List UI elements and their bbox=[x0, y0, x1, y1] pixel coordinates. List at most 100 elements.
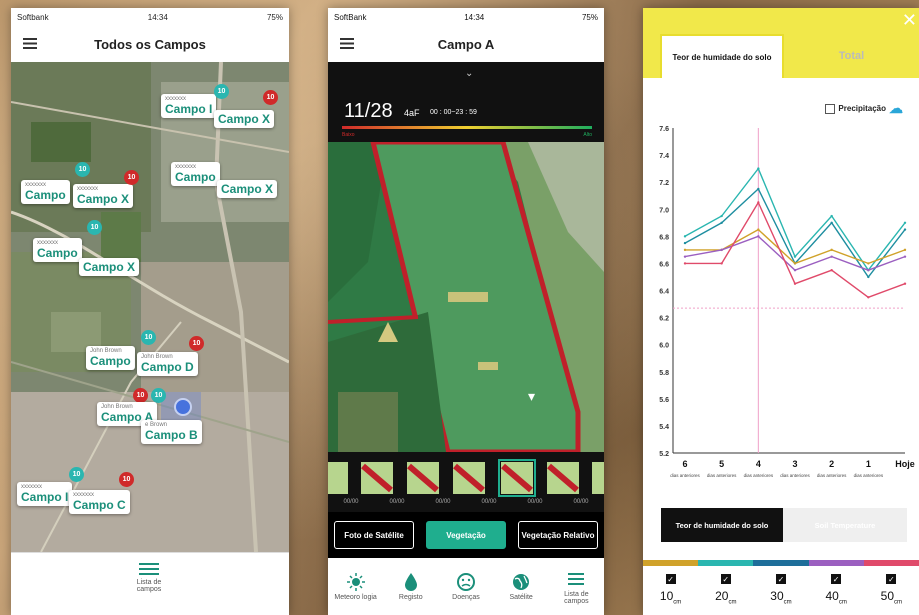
time: 14:34 bbox=[147, 12, 168, 22]
tab-soil-moisture[interactable]: Teor de humidade do solo bbox=[660, 34, 784, 78]
satellite-photo-button[interactable]: Foto de Satélite bbox=[334, 521, 414, 549]
data-point bbox=[867, 262, 870, 265]
series-line bbox=[684, 167, 906, 272]
data-point bbox=[720, 221, 723, 224]
checkbox-checked-icon[interactable]: ✓ bbox=[665, 574, 676, 584]
field-marker[interactable]: John Brown Campo bbox=[86, 346, 135, 370]
water-drop-icon bbox=[404, 573, 417, 591]
depth-value: 40 bbox=[825, 589, 839, 603]
date-thumbnail-strip: 00/00 00/00 00/00 00/00 00/00 00/00 bbox=[328, 452, 604, 512]
y-tick-label: 7.4 bbox=[659, 153, 669, 160]
depth-40-toggle[interactable]: ✓ 40cm bbox=[825, 574, 847, 614]
alert-badge: 10 bbox=[133, 388, 148, 403]
field-list-label: Lista de campos bbox=[136, 579, 162, 593]
field-marker[interactable]: e Brown Campo B bbox=[141, 420, 202, 444]
depth-unit: cm bbox=[894, 599, 903, 606]
depth-20-toggle[interactable]: ✓ 20cm bbox=[715, 574, 736, 614]
depth-50-toggle[interactable]: ✓ 50cm bbox=[881, 574, 902, 614]
tab-weather[interactable]: Meteoro logia bbox=[331, 572, 381, 601]
data-point bbox=[720, 214, 723, 218]
field-marker[interactable]: xxxxxxx Campo bbox=[171, 162, 220, 186]
precipitation-toggle[interactable]: Precipitação ☁ bbox=[825, 100, 903, 117]
data-point bbox=[793, 268, 797, 272]
field-list-tab[interactable]: Lista de campos bbox=[129, 563, 169, 593]
tab-soil-temperature[interactable]: Soil Temperature bbox=[783, 508, 907, 542]
sad-face-icon bbox=[456, 573, 475, 591]
alert-badge: 10 bbox=[141, 330, 156, 345]
y-tick-label: 5.4 bbox=[659, 424, 669, 431]
data-point bbox=[903, 228, 907, 231]
field-marker[interactable]: Campo X bbox=[214, 110, 275, 128]
data-point bbox=[830, 248, 833, 252]
checkbox-checked-icon[interactable]: ✓ bbox=[831, 574, 842, 584]
field-marker[interactable]: xxxxxxx Campo I bbox=[17, 482, 73, 506]
field-marker[interactable]: xxxxxxx Campo C bbox=[69, 490, 130, 514]
soil-moisture-chart: 7.6 7.4 7.2 7.0 6.8 6.6 6.4 6.2 6.0 5.8 5.6 5.4 5.2 6… bbox=[659, 126, 914, 478]
alert-badge: 10 bbox=[124, 170, 139, 185]
depth-value: 30 bbox=[770, 589, 784, 603]
satellite-map[interactable]: xxxxxxx Campo I 10 10 Campo X 10 xxxxxxx C… bbox=[11, 62, 289, 552]
location-pin-icon[interactable]: ▾ bbox=[528, 388, 540, 412]
tab-label: Doenças bbox=[452, 594, 480, 601]
data-point bbox=[867, 275, 870, 279]
tab-satellite[interactable]: Satélite bbox=[496, 572, 546, 601]
field-marker[interactable]: xxxxxxx Campo X bbox=[73, 184, 134, 208]
scale-low-label: Baixo bbox=[342, 132, 355, 138]
carrier: SoftBank bbox=[334, 12, 367, 22]
menu-icon[interactable] bbox=[23, 38, 37, 49]
depth-selector: ✓ 10cm ✓ 20cm ✓ 30cm ✓ 40cm ✓ 50cm bbox=[643, 574, 919, 614]
alert-badge: 10 bbox=[75, 162, 90, 177]
field-marker[interactable]: John Brown Campo D bbox=[137, 352, 198, 376]
alert-badge: 10 bbox=[119, 472, 134, 487]
depth-30-toggle[interactable]: ✓ 30cm bbox=[770, 574, 792, 614]
y-tick-label: 6.4 bbox=[659, 289, 669, 296]
close-icon[interactable]: ✕ bbox=[902, 10, 917, 31]
time-range: 00 : 00~23 : 59 bbox=[430, 109, 477, 116]
data-point bbox=[757, 201, 760, 204]
field-marker[interactable]: Campo X bbox=[217, 180, 278, 198]
x-tick-sublabel: dias anteriores bbox=[780, 473, 810, 478]
data-point bbox=[757, 235, 760, 238]
depth-value: 20 bbox=[715, 589, 729, 603]
date-value: 11/28 bbox=[344, 100, 393, 122]
checkbox-checked-icon[interactable]: ✓ bbox=[775, 574, 786, 584]
field-marker[interactable]: Campo X bbox=[79, 258, 140, 276]
tab-record[interactable]: Registo bbox=[386, 572, 436, 601]
scale-high-label: Alto bbox=[583, 132, 592, 138]
precipitation-checkbox[interactable] bbox=[825, 103, 836, 114]
tab-diseases[interactable]: Doenças bbox=[441, 572, 491, 601]
tab-soil-moisture-bottom[interactable]: Teor de humidade do solo bbox=[661, 508, 783, 542]
vegetation-button[interactable]: Vegetação bbox=[426, 521, 506, 549]
data-point bbox=[683, 241, 687, 245]
y-tick-label: 6.2 bbox=[659, 316, 669, 323]
chart-tabs: Teor de humidade do solo Total bbox=[660, 34, 919, 78]
relative-vegetation-button[interactable]: Vegetação Relativo bbox=[518, 521, 598, 549]
field-marker[interactable]: xxxxxxx Campo I bbox=[161, 94, 217, 118]
rain-cloud-icon: ☁ bbox=[889, 100, 903, 116]
tab-label: Registo bbox=[398, 594, 423, 601]
checkbox-checked-icon[interactable]: ✓ bbox=[720, 574, 731, 584]
field-marker[interactable]: xxxxxxx Campo bbox=[33, 238, 82, 262]
vegetation-map[interactable]: ▾ bbox=[328, 142, 604, 452]
chevron-down-icon[interactable]: ⌄ bbox=[465, 68, 473, 79]
field-marker[interactable]: xxxxxxx Campo bbox=[21, 180, 70, 204]
data-point bbox=[903, 221, 907, 224]
menu-icon[interactable] bbox=[340, 38, 354, 49]
checkbox-checked-icon[interactable]: ✓ bbox=[886, 574, 897, 584]
depth-10-toggle[interactable]: ✓ 10cm bbox=[660, 574, 681, 614]
data-point bbox=[757, 167, 760, 170]
x-tick-sublabel: dias anteriores bbox=[707, 473, 737, 478]
alert-badge: 10 bbox=[69, 467, 84, 482]
data-point bbox=[683, 235, 687, 238]
thumb-date: 00/00 bbox=[389, 499, 405, 505]
y-tick-label: 6.6 bbox=[659, 261, 669, 268]
data-point bbox=[793, 282, 797, 285]
x-tick-label: 1 bbox=[866, 459, 871, 469]
x-tick-sublabel: dias anteriores bbox=[854, 473, 884, 478]
tab-field-list[interactable]: Lista de campos bbox=[551, 569, 601, 605]
tab-total[interactable]: Total bbox=[784, 34, 919, 78]
data-point bbox=[867, 268, 870, 272]
data-point bbox=[683, 262, 687, 265]
time: 14:34 bbox=[464, 12, 485, 22]
bottom-tab-bar: Meteoro logia Registo Doenças Satélite L… bbox=[328, 558, 604, 615]
